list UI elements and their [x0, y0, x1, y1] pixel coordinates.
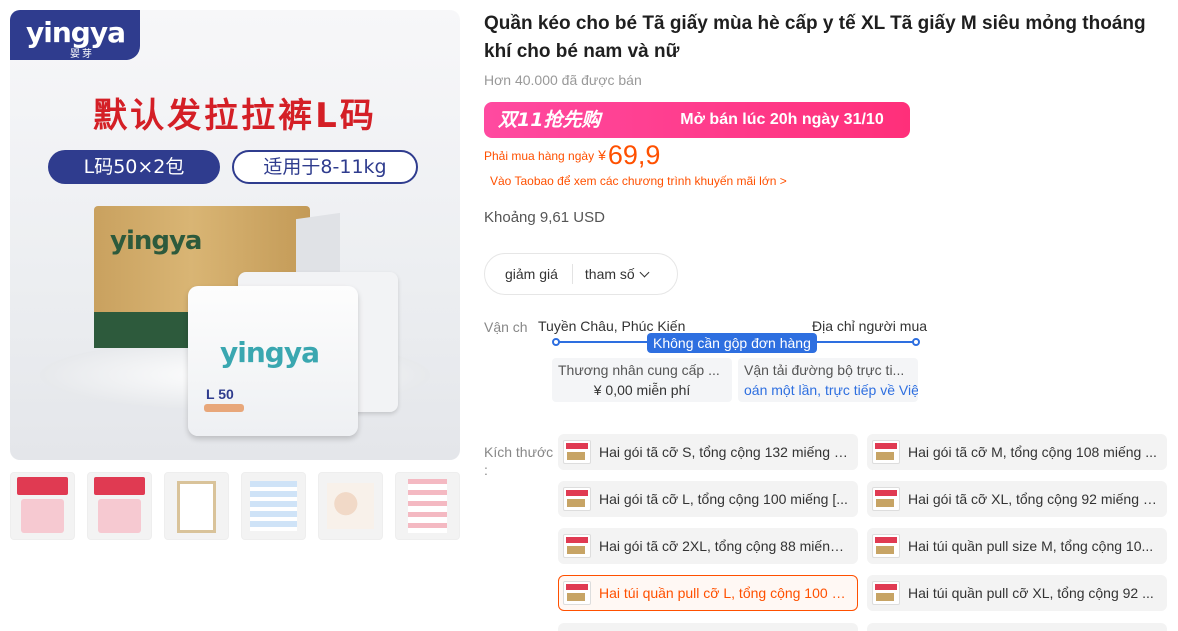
- size-option[interactable]: Hai gói tã cỡ XL, tổng cộng 92 miếng [..…: [867, 481, 1167, 517]
- option-thumbnail-icon: [872, 534, 900, 558]
- shipping-option-road-value: oán một lần, trực tiếp về Việ: [744, 382, 918, 398]
- chevron-down-icon: [639, 267, 650, 277]
- route-end-dot: [912, 338, 920, 346]
- promo-banner[interactable]: 双11抢先购 Mở bán lúc 20h ngày 31/10: [484, 102, 910, 138]
- option-thumbnail-icon: [872, 581, 900, 605]
- price-value: 69,9: [607, 140, 661, 170]
- size-option-partial[interactable]: [558, 623, 858, 631]
- size-option[interactable]: Hai gói tã cỡ M, tổng cộng 108 miếng ...: [867, 434, 1167, 470]
- size-option-selected[interactable]: Hai túi quần pull cỡ L, tổng cộng 100 c.…: [558, 575, 858, 611]
- option-thumbnail-icon: [563, 487, 591, 511]
- info-tabs: giảm giá tham số: [484, 253, 678, 295]
- tab-params[interactable]: tham số: [573, 264, 656, 284]
- option-thumbnail-icon: [872, 440, 900, 464]
- option-thumbnail-icon: [563, 581, 591, 605]
- thumbnail-5[interactable]: [318, 472, 383, 540]
- size-option[interactable]: Hai túi quần pull size M, tổng cộng 10..…: [867, 528, 1167, 564]
- pack-count-pill: L码50×2包: [48, 150, 220, 184]
- weight-range-pill: 适用于8-11kg: [232, 150, 418, 184]
- thumbnail-6[interactable]: [395, 472, 460, 540]
- option-thumbnail-icon: [563, 534, 591, 558]
- shipping-option-road-title: Vận tải đường bộ trực ti...: [744, 362, 905, 378]
- size-option[interactable]: Hai gói tã cỡ 2XL, tổng cộng 88 miếng...: [558, 528, 858, 564]
- sold-count: Hơn 40.000 đã được bán: [484, 72, 642, 88]
- price-label: Phải mua hàng ngày: [484, 149, 595, 163]
- tab-params-label: tham số: [584, 266, 635, 282]
- main-product-image[interactable]: yingya 婴芽 默认发拉拉裤L码 L码50×2包 适用于8-11kg yin…: [10, 10, 460, 460]
- thumbnail-3[interactable]: [164, 472, 229, 540]
- thumbnail-strip: [10, 472, 460, 540]
- route-start-dot: [552, 338, 560, 346]
- size-option[interactable]: Hai túi quần pull cỡ XL, tổng cộng 92 ..…: [867, 575, 1167, 611]
- sale-start-text: Mở bán lúc 20h ngày 31/10: [680, 111, 884, 128]
- option-thumbnail-icon: [872, 487, 900, 511]
- image-headline: 默认发拉拉裤L码: [93, 96, 377, 136]
- taobao-promo-link[interactable]: Vào Taobao để xem các chương trình khuyế…: [490, 174, 787, 188]
- diaper-package-front: yingya L 50: [188, 286, 358, 436]
- thumbnail-4[interactable]: [241, 472, 306, 540]
- shipping-option-merchant[interactable]: Thương nhân cung cấp ... ¥ 0,00 miễn phí: [552, 358, 732, 402]
- shipping-option-merchant-value: ¥ 0,00 miễn phí: [593, 382, 691, 398]
- ship-to: Địa chỉ người mua: [812, 318, 928, 334]
- currency-symbol: ¥: [598, 147, 606, 163]
- shipping-option-merchant-title: Thương nhân cung cấp ...: [558, 362, 720, 378]
- size-label: Kích thước :: [484, 444, 554, 478]
- size-option[interactable]: Hai gói tã cỡ L, tổng cộng 100 miếng [..…: [558, 481, 858, 517]
- tab-discount[interactable]: giảm giá: [485, 264, 573, 284]
- double11-label: 双11抢先购: [498, 109, 601, 131]
- no-consolidation-badge: Không cần gộp đơn hàng: [647, 333, 817, 353]
- size-option-partial[interactable]: [867, 623, 1167, 631]
- shipping-option-road[interactable]: Vận tải đường bộ trực ti... oán một lần,…: [738, 358, 918, 402]
- thumbnail-2[interactable]: [87, 472, 152, 540]
- approx-usd-price: Khoảng 9,61 USD: [484, 209, 605, 226]
- product-title: Quần kéo cho bé Tã giấy mùa hè cấp y tế …: [484, 13, 1146, 62]
- brand-logo: yingya 婴芽: [10, 10, 140, 60]
- shipping-label: Vận ch: [484, 319, 528, 335]
- price-row: Phải mua hàng ngày ¥69,9: [484, 140, 660, 170]
- ship-from: Tuyền Châu, Phúc Kiến: [538, 318, 686, 334]
- size-option[interactable]: Hai gói tã cỡ S, tổng cộng 132 miếng [..…: [558, 434, 858, 470]
- option-thumbnail-icon: [563, 440, 591, 464]
- thumbnail-1[interactable]: [10, 472, 75, 540]
